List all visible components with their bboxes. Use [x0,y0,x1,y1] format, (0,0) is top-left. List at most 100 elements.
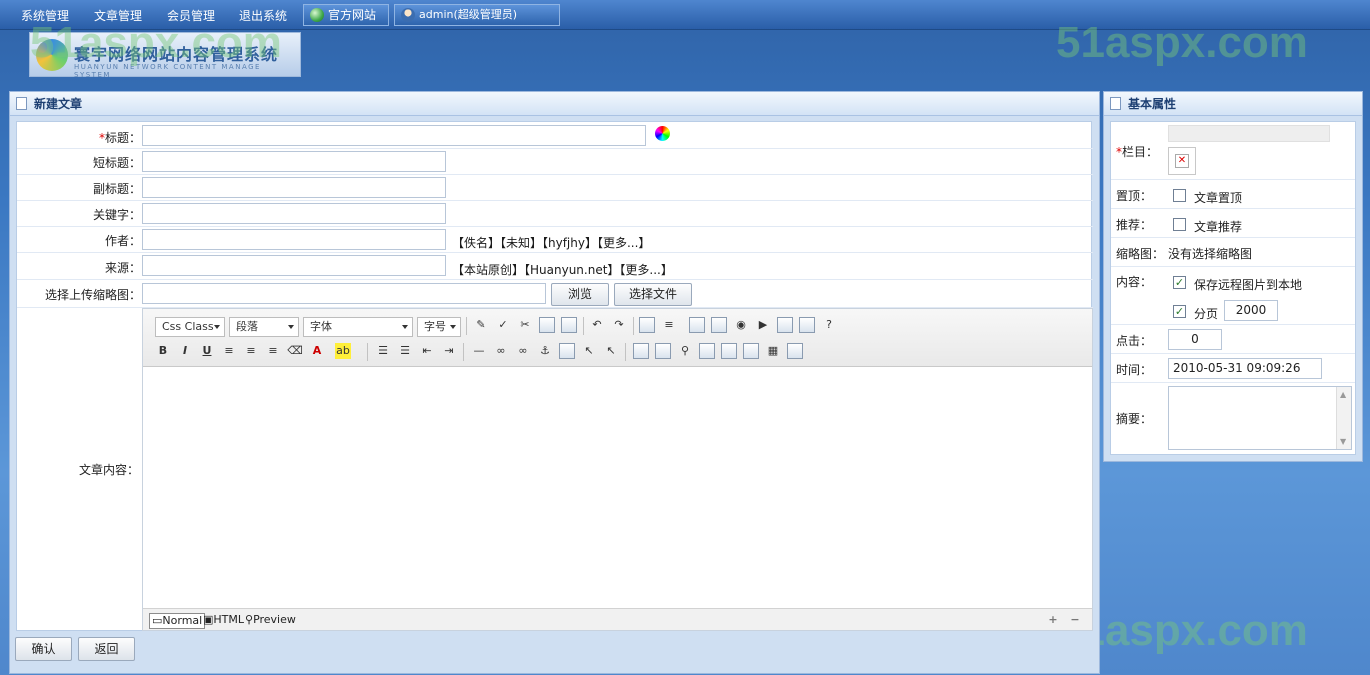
summary-scrollbar[interactable]: ▲ ▼ [1336,387,1351,449]
paragraph-select[interactable]: 段落 [229,317,299,337]
paging-size-input[interactable]: 2000 [1224,300,1278,321]
select-all-icon[interactable] [559,343,575,359]
top-checkbox[interactable] [1173,189,1186,202]
toolbar-separator [633,317,634,335]
confirm-button[interactable]: 确认 [15,637,72,661]
unlink-icon[interactable]: ∞ [515,343,531,359]
color-picker-icon[interactable] [655,126,670,141]
font-select[interactable]: 字体 [303,317,413,337]
mode-preview-tab[interactable]: ⚲Preview [243,613,298,629]
link-icon[interactable]: ∞ [493,343,509,359]
find-replace-icon[interactable] [639,317,655,333]
paste-icon[interactable] [561,317,577,333]
side-panel-title: 基本属性 [1128,97,1177,111]
flash-icon[interactable]: ◉ [733,317,749,333]
keywords-input[interactable] [142,203,446,224]
nav-system[interactable]: 系统管理 [21,7,69,24]
logo-title: 寰宇网络网站内容管理系统 [74,45,279,64]
column-label: *栏目： [1116,143,1158,160]
mode-normal-tab[interactable]: ▭Normal [149,613,206,629]
spellcheck-icon[interactable]: ✓ [495,317,511,333]
image-gallery-icon[interactable] [711,317,727,333]
author-input[interactable] [142,229,446,250]
font-color-icon[interactable]: A [309,343,325,359]
document-icon[interactable] [777,317,793,333]
clicks-input[interactable]: 0 [1168,329,1222,350]
source-input[interactable] [142,255,446,276]
page-properties-icon[interactable] [655,343,671,359]
remove-format-icon[interactable]: ≡ [661,317,677,333]
author-quick-links[interactable]: 【佚名】【未知】【hyfjhy】【更多...】 [452,234,650,251]
redo-icon[interactable]: ↷ [611,317,627,333]
copy-icon[interactable] [539,317,555,333]
title-input[interactable] [142,125,646,146]
bold-icon[interactable]: B [155,343,171,359]
media-icon[interactable]: ▶ [755,317,771,333]
new-document-icon[interactable] [633,343,649,359]
editor-content-area[interactable] [143,367,1092,608]
time-input[interactable]: 2010-05-31 09:09:26 [1168,358,1322,379]
css-class-select[interactable]: Css Class [155,317,225,337]
thumbnail-label: 选择上传缩略图： [44,288,141,302]
eraser-icon[interactable]: ⌫ [287,343,303,359]
recommend-checkbox[interactable] [1173,218,1186,231]
insert-image-icon[interactable] [689,317,705,333]
scroll-down-icon[interactable]: ▼ [1340,437,1346,446]
official-site-button[interactable]: 官方网站 [303,4,389,26]
thumbnail-path-input[interactable] [142,283,546,304]
summary-textarea[interactable]: ▲ ▼ [1168,386,1352,450]
form-icon[interactable] [699,343,715,359]
template-icon[interactable] [799,317,815,333]
pointer-icon[interactable]: ↖ [581,343,597,359]
align-right-icon[interactable]: ≡ [265,343,281,359]
row-sub-title: 副标题： [17,175,1093,201]
anchor-icon[interactable]: ⚓ [537,343,553,359]
unordered-list-icon[interactable]: ☰ [397,343,413,359]
align-center-icon[interactable]: ≡ [243,343,259,359]
outdent-icon[interactable]: ⇤ [419,343,435,359]
side-panel-header: 基本属性 [1104,92,1362,116]
nav-members[interactable]: 会员管理 [167,7,215,24]
font-size-select[interactable]: 字号 [417,317,461,337]
save-remote-images-label: 保存远程图片到本地 [1194,278,1303,292]
source-quick-links[interactable]: 【本站原创】【Huanyun.net】【更多...】 [452,261,673,278]
help-icon[interactable]: ? [821,317,837,333]
format-painter-icon[interactable]: ✎ [473,317,489,333]
pointer-select-icon[interactable]: ↖ [603,343,619,359]
table-properties-icon[interactable] [787,343,803,359]
mode-html-tab[interactable]: ▣HTML [201,613,246,629]
indent-icon[interactable]: ⇥ [441,343,457,359]
browse-button[interactable]: 浏览 [551,283,609,306]
align-left-icon[interactable]: ≡ [221,343,237,359]
main-panel-header: 新建文章 [10,92,1099,116]
cut-icon[interactable]: ✂ [517,317,533,333]
user-button[interactable]: admin(超级管理员) [394,4,560,26]
short-title-input[interactable] [142,151,446,172]
scroll-up-icon[interactable]: ▲ [1340,390,1346,399]
ordered-list-icon[interactable]: ☰ [375,343,391,359]
italic-icon[interactable]: I [177,343,193,359]
save-remote-images-checkbox[interactable]: ✓ [1173,276,1186,289]
collapse-icon[interactable]: − [1067,612,1083,628]
nav-logout[interactable]: 退出系统 [239,7,287,24]
title-label-text: 标题： [104,131,141,145]
nav-articles[interactable]: 文章管理 [94,7,142,24]
paging-checkbox[interactable]: ✓ [1173,305,1186,318]
expand-icon[interactable]: + [1045,612,1061,628]
title-label: *标题： [99,129,141,146]
underline-icon[interactable]: U [199,343,215,359]
column-select[interactable] [1168,125,1330,142]
sub-title-input[interactable] [142,177,446,198]
horizontal-rule-icon[interactable]: — [471,343,487,359]
highlight-color-icon[interactable]: ab [335,343,351,359]
choose-file-button[interactable]: 选择文件 [614,283,692,306]
layer-icon[interactable] [721,343,737,359]
column-tree[interactable]: ✕ [1168,147,1196,175]
toolbar-separator [625,343,626,361]
table-icon[interactable]: ▦ [765,343,781,359]
cell-icon[interactable] [743,343,759,359]
binoculars-icon[interactable]: ⚲ [677,343,693,359]
undo-icon[interactable]: ↶ [589,317,605,333]
toolbar-separator [583,317,584,335]
back-button[interactable]: 返回 [78,637,135,661]
